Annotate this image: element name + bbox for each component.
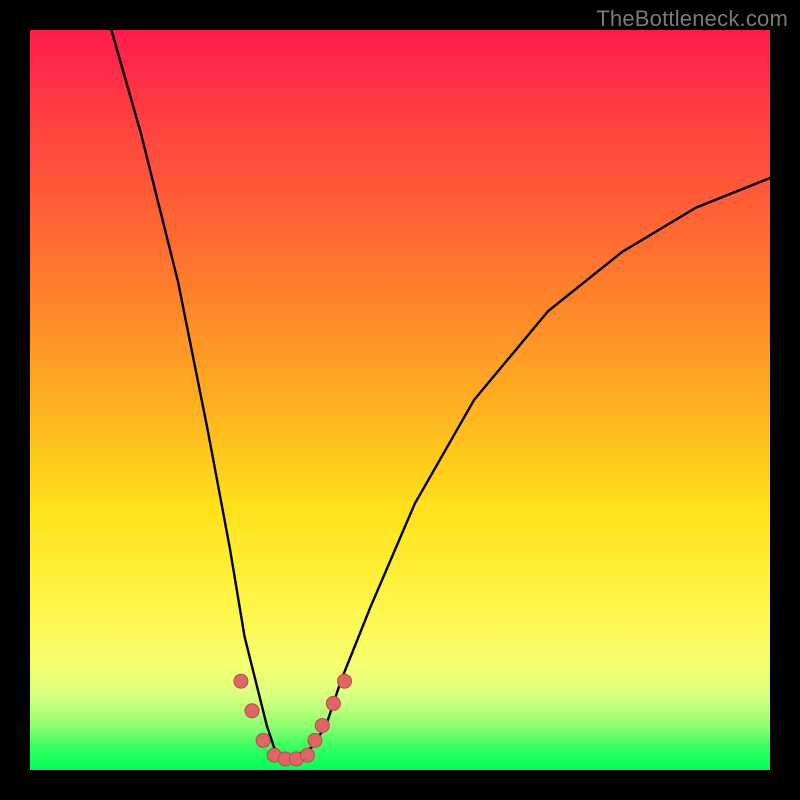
sample-points [234,674,352,766]
chart-frame: TheBottleneck.com [0,0,800,800]
watermark-text: TheBottleneck.com [596,6,788,32]
sample-point [245,704,259,718]
plot-area [30,30,770,770]
sample-point [308,733,322,747]
sample-point [338,674,352,688]
sample-point [315,719,329,733]
sample-point [301,748,315,762]
sample-point [256,733,270,747]
bottleneck-curve [111,30,770,755]
sample-point [234,674,248,688]
sample-point [326,696,340,710]
curve-layer [30,30,770,770]
